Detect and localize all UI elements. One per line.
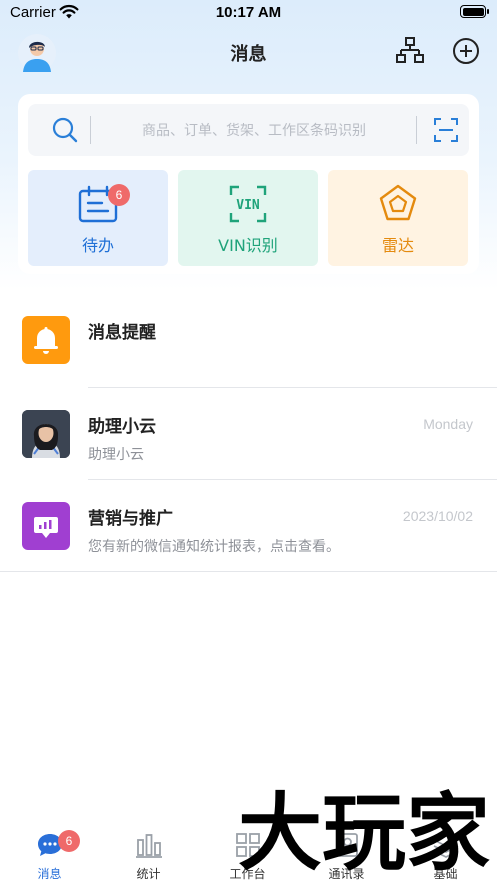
message-title: 营销与推广	[88, 509, 173, 529]
status-time: 10:17 AM	[215, 4, 282, 21]
message-time: Monday	[423, 416, 473, 432]
vin-scan-icon: VIN	[229, 185, 267, 223]
org-structure-icon[interactable]	[396, 36, 424, 64]
radar-tile[interactable]: 雷达	[328, 170, 468, 266]
watermark-text: 大玩家	[238, 784, 490, 874]
tab-messages[interactable]: 6 消息	[0, 823, 99, 883]
search-divider	[90, 116, 91, 144]
battery-icon	[460, 5, 489, 18]
list-divider	[0, 571, 497, 572]
header: 消息	[0, 26, 497, 80]
status-bar: Carrier 10:17 AM	[0, 0, 497, 26]
assistant-avatar	[22, 410, 70, 458]
add-icon[interactable]	[452, 37, 480, 65]
search-input[interactable]	[98, 112, 410, 150]
list-item-marketing[interactable]: 营销与推广 2023/10/02 您有新的微信通知统计报表，点击查看。	[0, 480, 497, 572]
todo-tile[interactable]: 6 待办	[28, 170, 168, 266]
search-divider	[416, 116, 417, 144]
chart-board-icon	[22, 502, 70, 550]
message-preview: 助理小云	[88, 447, 144, 463]
list-item-reminder[interactable]: 消息提醒	[0, 294, 497, 388]
message-time: 2023/10/02	[402, 508, 473, 524]
bar-chart-icon	[136, 834, 162, 858]
message-preview: 您有新的微信通知统计报表，点击查看。	[88, 539, 340, 555]
search-icon	[52, 117, 78, 143]
vin-label: VIN识别	[218, 236, 278, 255]
list-item-assistant[interactable]: 助理小云 Monday 助理小云	[0, 388, 497, 480]
watermark-logo: 大玩家	[238, 784, 490, 874]
quick-card: 6 待办 VIN VIN识别 雷达	[18, 94, 479, 274]
search-bar[interactable]	[28, 104, 469, 156]
messages-badge: 6	[58, 830, 80, 852]
vin-icon-text: VIN	[236, 198, 260, 213]
tab-label: 统计	[136, 867, 161, 881]
scan-icon[interactable]	[433, 117, 459, 143]
tab-label: 消息	[37, 867, 62, 881]
todo-label: 待办	[81, 236, 114, 255]
bell-icon	[22, 316, 70, 364]
vin-tile[interactable]: VIN VIN识别	[178, 170, 318, 266]
tab-statistics[interactable]: 统计	[99, 823, 198, 883]
message-list: 消息提醒 助理小云 Monday 助理小云 营销与推广 2023/10/02 您…	[0, 294, 497, 572]
todo-badge: 6	[108, 184, 130, 206]
message-title: 消息提醒	[88, 323, 156, 343]
radar-icon	[379, 184, 417, 221]
message-title: 助理小云	[88, 417, 156, 437]
radar-label: 雷达	[381, 236, 414, 255]
